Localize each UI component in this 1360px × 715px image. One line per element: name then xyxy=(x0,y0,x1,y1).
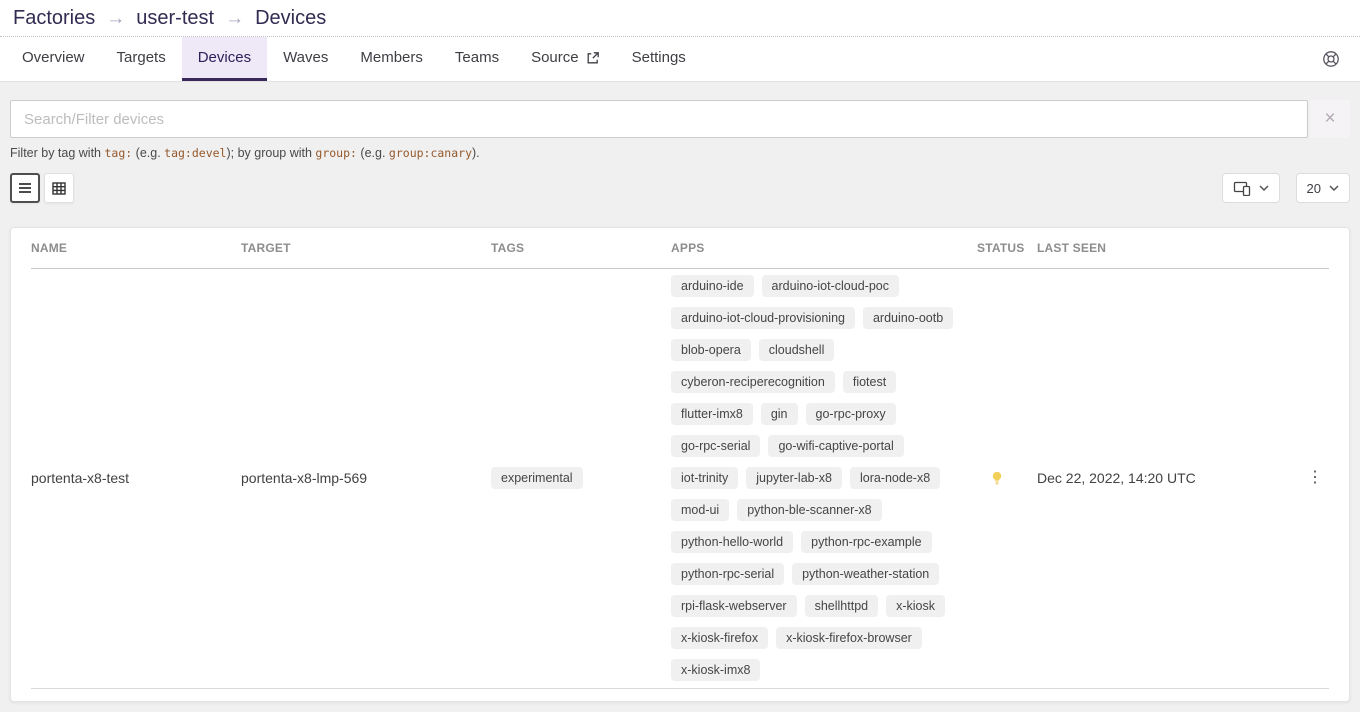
device-tags: experimental xyxy=(491,467,671,489)
column-header-status: STATUS xyxy=(977,241,1037,255)
device-last-seen: Dec 22, 2022, 14:20 UTC xyxy=(1037,470,1301,486)
app-chip: x-kiosk-firefox-browser xyxy=(776,627,922,649)
view-mode-toggle xyxy=(10,173,74,203)
tab-waves[interactable]: Waves xyxy=(267,37,344,81)
grid-icon xyxy=(52,182,66,195)
tab-overview[interactable]: Overview xyxy=(6,37,101,81)
list-icon xyxy=(18,182,32,194)
page-size-value: 20 xyxy=(1307,181,1321,196)
device-name[interactable]: portenta-x8-test xyxy=(31,470,241,486)
search-row: × xyxy=(10,100,1350,138)
breadcrumb-separator-icon: → xyxy=(106,8,125,30)
breadcrumb-factory-name[interactable]: user-test xyxy=(136,7,214,30)
app-chip: shellhttpd xyxy=(805,595,879,617)
column-header-name: NAME xyxy=(31,241,241,255)
app-chip: python-hello-world xyxy=(671,531,793,553)
device-type-filter-dropdown[interactable] xyxy=(1222,173,1280,203)
app-chip: python-weather-station xyxy=(792,563,939,585)
app-chip: arduino-iot-cloud-poc xyxy=(762,275,899,297)
grid-view-button[interactable] xyxy=(44,173,74,203)
tab-source-label: Source xyxy=(531,49,579,66)
app-chip: fiotest xyxy=(843,371,896,393)
app-chip: jupyter-lab-x8 xyxy=(746,467,842,489)
tab-bar: Overview Targets Devices Waves Members T… xyxy=(0,37,1360,82)
tab-teams[interactable]: Teams xyxy=(439,37,515,81)
app-chip: blob-opera xyxy=(671,339,751,361)
filter-hint-segment: (e.g. xyxy=(357,146,389,160)
tag-chip: experimental xyxy=(491,467,583,489)
filter-hint-segment: ); by group with xyxy=(226,146,315,160)
tab-source[interactable]: Source xyxy=(515,37,616,81)
app-chip: iot-trinity xyxy=(671,467,738,489)
app-chip: lora-node-x8 xyxy=(850,467,940,489)
filter-hint-segment: ). xyxy=(472,146,480,160)
filter-hint-segment: group:canary xyxy=(389,146,472,160)
breadcrumb-separator-icon: → xyxy=(225,8,244,30)
clear-search-button[interactable]: × xyxy=(1310,100,1350,138)
view-toolbar: 20 xyxy=(10,173,1350,203)
table-header-row: NAME TARGET TAGS APPS STATUS LAST SEEN xyxy=(31,228,1329,269)
filter-hint-segment: Filter by tag with xyxy=(10,146,104,160)
tab-targets[interactable]: Targets xyxy=(101,37,182,81)
device-apps: arduino-ide arduino-iot-cloud-poc arduino-… xyxy=(671,275,977,681)
lifebuoy-icon xyxy=(1322,50,1340,68)
app-chip: mod-ui xyxy=(671,499,729,521)
page-header: Factories → user-test → Devices xyxy=(0,0,1360,37)
tab-bar-spacer xyxy=(702,37,1312,81)
filter-hint-segment: tag: xyxy=(104,146,132,160)
app-chip: cloudshell xyxy=(759,339,835,361)
column-header-apps: APPS xyxy=(671,241,977,255)
breadcrumb: Factories → user-test → Devices xyxy=(13,7,1348,30)
help-button[interactable] xyxy=(1312,37,1360,81)
app-chip: x-kiosk-imx8 xyxy=(671,659,760,681)
device-status xyxy=(977,470,1037,487)
filter-hint-segment: (e.g. xyxy=(132,146,164,160)
lightbulb-icon xyxy=(989,470,1005,487)
tab-settings[interactable]: Settings xyxy=(616,37,702,81)
app-chip: arduino-iot-cloud-provisioning xyxy=(671,307,855,329)
chevron-down-icon xyxy=(1259,185,1269,191)
devices-table-card: NAME TARGET TAGS APPS STATUS LAST SEEN p… xyxy=(10,227,1350,702)
devices-icon xyxy=(1233,181,1251,196)
list-view-button[interactable] xyxy=(10,173,40,203)
column-header-target: TARGET xyxy=(241,241,491,255)
search-input[interactable] xyxy=(10,100,1308,138)
app-chip: go-rpc-proxy xyxy=(806,403,896,425)
chevron-down-icon xyxy=(1329,185,1339,191)
column-header-last-seen: LAST SEEN xyxy=(1037,241,1301,255)
breadcrumb-factories[interactable]: Factories xyxy=(13,7,95,30)
content-area: × Filter by tag with tag: (e.g. tag:deve… xyxy=(0,82,1360,712)
tab-members[interactable]: Members xyxy=(344,37,439,81)
external-link-icon xyxy=(586,51,600,65)
app-chip: python-rpc-serial xyxy=(671,563,784,585)
app-chip: go-wifi-captive-portal xyxy=(768,435,903,457)
filter-hint-segment: group: xyxy=(315,146,357,160)
table-controls: 20 xyxy=(1222,173,1350,203)
app-chip: flutter-imx8 xyxy=(671,403,753,425)
page-size-dropdown[interactable]: 20 xyxy=(1296,173,1350,203)
row-actions-kebab-icon[interactable]: ⋮ xyxy=(1301,470,1329,486)
table-row: portenta-x8-test portenta-x8-lmp-569 exp… xyxy=(31,269,1329,689)
app-chip: arduino-ootb xyxy=(863,307,953,329)
app-chip: go-rpc-serial xyxy=(671,435,760,457)
app-chip: python-ble-scanner-x8 xyxy=(737,499,881,521)
column-header-tags: TAGS xyxy=(491,241,671,255)
app-chip: x-kiosk-firefox xyxy=(671,627,768,649)
tab-devices[interactable]: Devices xyxy=(182,37,267,81)
filter-hint: Filter by tag with tag: (e.g. tag:devel)… xyxy=(10,146,1350,160)
app-chip: x-kiosk xyxy=(886,595,945,617)
filter-hint-segment: tag:devel xyxy=(164,146,226,160)
breadcrumb-current-page: Devices xyxy=(255,7,326,30)
app-chip: gin xyxy=(761,403,798,425)
app-chip: arduino-ide xyxy=(671,275,754,297)
device-target: portenta-x8-lmp-569 xyxy=(241,470,491,486)
app-chip: python-rpc-example xyxy=(801,531,931,553)
app-chip: cyberon-reciperecognition xyxy=(671,371,835,393)
app-chip: rpi-flask-webserver xyxy=(671,595,797,617)
